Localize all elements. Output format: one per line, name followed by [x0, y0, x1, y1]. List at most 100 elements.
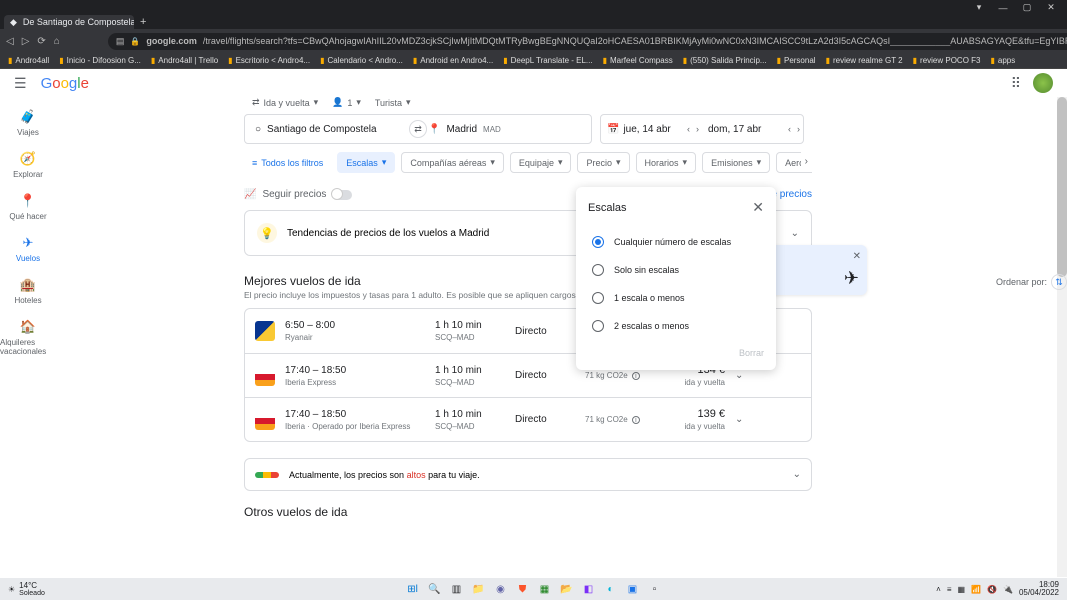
teams-icon[interactable]: ◉: [493, 581, 509, 597]
expand-icon[interactable]: ⌄: [735, 370, 743, 381]
bookmark-item[interactable]: ▮Inicio - Difoosion G...: [59, 56, 141, 65]
filter-equipaje[interactable]: Equipaje ▾: [510, 152, 572, 173]
app-icon[interactable]: ◐: [603, 581, 619, 597]
search-icon[interactable]: 🔍: [427, 581, 443, 597]
info-icon[interactable]: i: [632, 416, 640, 424]
flight-times: 6:50 – 8:00: [285, 320, 435, 331]
class-select[interactable]: Turista ▾: [375, 97, 411, 108]
trip-type-select[interactable]: ⇄ Ida y vuelta ▾: [252, 97, 318, 108]
app-icon[interactable]: ▦: [537, 581, 553, 597]
date-back-next[interactable]: ›: [794, 124, 803, 134]
window-close[interactable]: ✕: [1039, 2, 1063, 13]
expand-icon[interactable]: ⌄: [791, 228, 799, 239]
sidebar-item-viajes[interactable]: 🧳Viajes: [17, 109, 39, 137]
window-maximize[interactable]: ▢: [1015, 2, 1039, 13]
window-restore[interactable]: —: [991, 3, 1015, 13]
sidebar-item-explorar[interactable]: 🧭Explorar: [13, 151, 43, 179]
weather-widget[interactable]: ☀ 14°CSoleado: [8, 581, 45, 597]
date-back-prev[interactable]: ‹: [785, 124, 794, 134]
expand-icon[interactable]: ⌄: [793, 469, 801, 480]
trip-options-row: ⇄ Ida y vuelta ▾ 👤 1 ▾ Turista ▾: [244, 97, 1067, 108]
system-tray[interactable]: ˄ ≡ ▦ 📶 🔇 🔌 18:0905/04/2022: [936, 581, 1059, 597]
brave-icon[interactable]: ⛊: [515, 581, 531, 597]
taskbar-apps: ⊞l 🔍 ▥ 📁 ◉ ⛊ ▦ 📂 ◧ ◐ ▣ ▫: [405, 581, 663, 597]
main-menu-icon[interactable]: ☰: [14, 75, 27, 92]
tray-icon[interactable]: ▦: [957, 585, 965, 594]
folder-icon: ▮: [603, 56, 607, 65]
bookmark-item[interactable]: ▮apps: [991, 56, 1016, 65]
flight-row[interactable]: 17:40 – 18:50Iberia · Operado por Iberia…: [245, 398, 811, 441]
filter-emisiones[interactable]: Emisiones ▾: [702, 152, 770, 173]
expand-icon[interactable]: ⌄: [735, 414, 743, 425]
browser-tab[interactable]: ◆ De Santiago de Compostela a M... ✕: [4, 15, 134, 30]
nav-back-icon[interactable]: ◁: [6, 36, 14, 47]
google-logo[interactable]: Google: [41, 75, 89, 92]
bookmark-item[interactable]: ▮Andro4all | Trello: [151, 56, 218, 65]
app-icon[interactable]: ◧: [581, 581, 597, 597]
bookmark-item[interactable]: ▮DeepL Translate - EL...: [503, 56, 592, 65]
filter-horarios[interactable]: Horarios ▾: [636, 152, 697, 173]
address-bar[interactable]: ▤ 🔒 google.com /travel/flights/search?tf…: [108, 33, 1067, 50]
stops-option[interactable]: Solo sin escalas: [588, 256, 764, 284]
battery-icon[interactable]: 🔌: [1003, 585, 1013, 594]
filter-compañías-aéreas[interactable]: Compañías aéreas ▾: [401, 152, 504, 173]
chevron-down-icon: ▾: [757, 157, 762, 168]
folder-icon: ▮: [320, 56, 324, 65]
taskview-icon[interactable]: ▥: [449, 581, 465, 597]
info-icon[interactable]: i: [632, 372, 640, 380]
start-icon[interactable]: ⊞l: [405, 581, 421, 597]
explorer-icon[interactable]: 📁: [471, 581, 487, 597]
volume-icon[interactable]: 🔇: [987, 585, 997, 594]
sort-by-button[interactable]: Ordenar por: ⇅: [996, 274, 1067, 290]
filter-scroll-right[interactable]: ›: [801, 152, 812, 171]
bookmark-item[interactable]: ▮review realme GT 2: [826, 56, 903, 65]
apps-grid-icon[interactable]: ⠿: [1011, 75, 1021, 92]
filter-precio[interactable]: Precio ▾: [577, 152, 629, 173]
bookmark-item[interactable]: ▮Android en Andro4...: [413, 56, 493, 65]
sidebar-item-hoteles[interactable]: 🏨Hoteles: [14, 277, 41, 305]
nav-home-icon[interactable]: ⌂: [54, 36, 60, 47]
sidebar-item-vuelos[interactable]: ✈Vuelos: [16, 235, 40, 263]
bookmark-item[interactable]: ▮Calendario < Andro...: [320, 56, 403, 65]
filter-escalas[interactable]: Escalas ▾: [337, 152, 395, 173]
close-icon[interactable]: ✕: [853, 251, 861, 262]
tray-chevron-icon[interactable]: ˄: [936, 585, 941, 594]
wifi-icon[interactable]: 📶: [971, 585, 981, 594]
sidebar-item-alquileres-vacacionales[interactable]: 🏠Alquileres vacacionales: [0, 319, 56, 356]
swap-icon[interactable]: ⇄: [409, 120, 427, 138]
all-filters-button[interactable]: ≡ Todos los filtros: [244, 152, 331, 173]
app-icon[interactable]: ▫: [647, 581, 663, 597]
bookmark-item[interactable]: ▮(550) Salida Princip...: [683, 56, 767, 65]
date-out-prev[interactable]: ‹: [684, 124, 693, 134]
nav-reload-icon[interactable]: ⟳: [37, 36, 45, 47]
nav-forward-icon[interactable]: ▷: [22, 36, 30, 47]
sort-icon: ⇅: [1051, 274, 1067, 290]
origin-input[interactable]: ○ Santiago de Compostela: [245, 124, 418, 135]
stops-option[interactable]: 2 escalas o menos: [588, 312, 764, 340]
app-icon[interactable]: 📂: [559, 581, 575, 597]
stops-option[interactable]: 1 escala o menos: [588, 284, 764, 312]
window-minimize[interactable]: ▾: [967, 2, 991, 13]
track-prices-toggle[interactable]: 📈 Seguir precios: [244, 189, 352, 200]
sidebar-item-qué-hacer[interactable]: 📍Qué hacer: [9, 193, 46, 221]
date-out-input[interactable]: 📅 jue, 14 abr: [601, 124, 684, 135]
app-icon[interactable]: ▣: [625, 581, 641, 597]
date-back-input[interactable]: dom, 17 abr: [702, 124, 785, 135]
bookmark-item[interactable]: ▮Escritorio < Andro4...: [228, 56, 310, 65]
price-insight-card[interactable]: Actualmente, los precios son altos para …: [244, 458, 812, 491]
bookmark-item[interactable]: ▮Marfeel Compass: [603, 56, 673, 65]
destination-input[interactable]: 📍 Madrid MAD: [418, 124, 591, 135]
close-icon[interactable]: ✕: [752, 199, 764, 216]
clear-button[interactable]: Borrar: [588, 348, 764, 358]
date-out-next[interactable]: ›: [693, 124, 702, 134]
avatar[interactable]: [1033, 73, 1053, 93]
new-tab-button[interactable]: +: [140, 16, 146, 28]
bookmark-item[interactable]: ▮Andro4all: [8, 56, 49, 65]
bookmark-item[interactable]: ▮review POCO F3: [913, 56, 981, 65]
bookmark-item[interactable]: ▮Personal: [777, 56, 816, 65]
tray-icon[interactable]: ≡: [947, 585, 952, 594]
passengers-select[interactable]: 👤 1 ▾: [332, 97, 361, 108]
browser-navbar: ◁ ▷ ⟳ ⌂ ▤ 🔒 google.com /travel/flights/s…: [0, 29, 1067, 53]
stops-option[interactable]: Cualquier número de escalas: [588, 228, 764, 256]
flight-route: SCQ–MAD: [435, 333, 515, 342]
